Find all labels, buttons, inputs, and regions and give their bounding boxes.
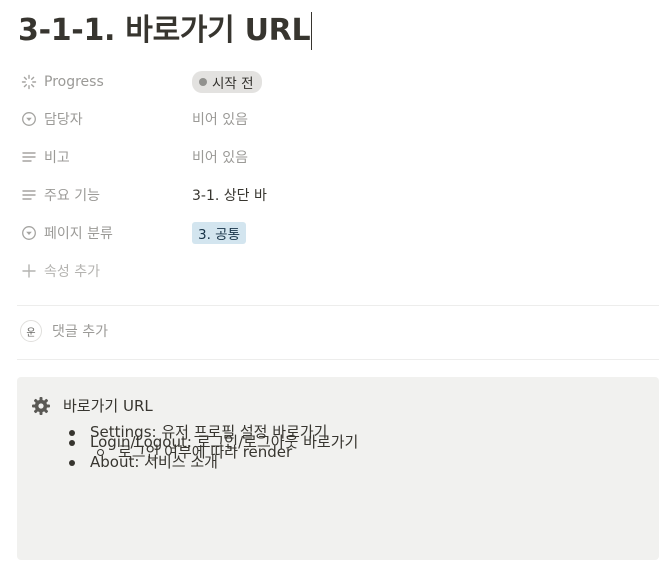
- add-property-label: 속성 추가: [44, 264, 100, 280]
- property-label: 페이지 분류: [44, 226, 113, 242]
- property-assignee[interactable]: 담당자 비어 있음: [20, 104, 660, 134]
- gear-icon[interactable]: [31, 396, 51, 420]
- callout-block[interactable]: 바로가기 URL Settings: 유저 프로필 설정 바로가기 Login/…: [17, 377, 659, 560]
- list-item-text: About: 서비스 소개: [90, 453, 218, 471]
- status-label: 시작 전: [212, 76, 254, 92]
- property-name-assignee[interactable]: 담당자: [20, 109, 192, 129]
- add-comment-button[interactable]: 운 댓글 추가: [20, 318, 108, 344]
- property-name-page-category[interactable]: 페이지 분류: [20, 223, 192, 243]
- property-value-main-feature[interactable]: 3-1. 상단 바: [192, 185, 267, 205]
- bullet-dot: [69, 440, 75, 446]
- property-value-assignee[interactable]: 비어 있음: [192, 109, 248, 129]
- property-value-notes[interactable]: 비어 있음: [192, 147, 248, 167]
- text-lines-icon: [20, 186, 38, 204]
- property-name-main-feature[interactable]: 주요 기능: [20, 185, 192, 205]
- property-label: 담당자: [44, 112, 83, 128]
- person-select-icon: [20, 110, 38, 128]
- property-label: Progress: [44, 74, 104, 90]
- add-property-label-wrap[interactable]: 속성 추가: [20, 261, 192, 281]
- select-icon: [20, 224, 38, 242]
- property-label: 주요 기능: [44, 188, 100, 204]
- divider: [17, 305, 659, 306]
- add-comment-label: 댓글 추가: [52, 324, 108, 340]
- page-title-text[interactable]: 3-1-1. 바로가기 URL: [18, 8, 311, 54]
- page-title[interactable]: 3-1-1. 바로가기 URL: [18, 8, 313, 54]
- property-label: 비고: [44, 150, 70, 166]
- category-tag[interactable]: 3. 공통: [192, 222, 247, 244]
- bullet-dot: [69, 460, 75, 466]
- avatar: 운: [20, 320, 42, 342]
- property-value-progress[interactable]: 시작 전: [192, 71, 262, 93]
- plus-icon: [20, 262, 38, 280]
- property-progress[interactable]: Progress 시작 전: [20, 67, 660, 97]
- status-pill[interactable]: 시작 전: [192, 71, 262, 93]
- divider: [17, 359, 659, 360]
- property-main-feature[interactable]: 주요 기능 3-1. 상단 바: [20, 180, 660, 210]
- property-name-progress[interactable]: Progress: [20, 73, 192, 91]
- text-cursor: [311, 12, 313, 50]
- property-page-category[interactable]: 페이지 분류 3. 공통: [20, 218, 660, 248]
- status-dot: [199, 78, 207, 86]
- spinner-icon: [20, 73, 38, 91]
- add-property-button[interactable]: 속성 추가: [20, 256, 660, 286]
- property-value-page-category[interactable]: 3. 공통: [192, 222, 247, 244]
- bullet-dot: [69, 430, 75, 436]
- property-name-notes[interactable]: 비고: [20, 147, 192, 167]
- callout-title[interactable]: 바로가기 URL: [63, 395, 153, 417]
- property-notes[interactable]: 비고 비어 있음: [20, 142, 660, 172]
- text-lines-icon: [20, 148, 38, 166]
